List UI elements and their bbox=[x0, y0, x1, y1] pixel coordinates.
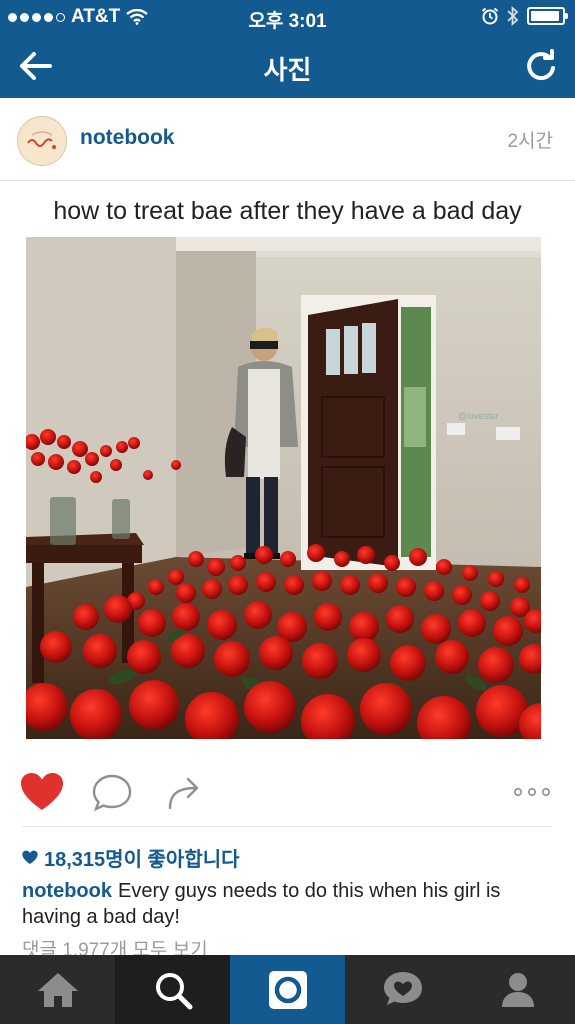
page-title: 사진 bbox=[263, 55, 312, 85]
profile-icon bbox=[501, 972, 534, 1007]
avatar[interactable] bbox=[17, 116, 67, 166]
avatar-art bbox=[18, 117, 66, 165]
bluetooth-icon bbox=[507, 6, 519, 26]
navigation-bar: 사진 bbox=[0, 34, 575, 98]
likes-count[interactable]: 18,315명이 좋아합니다 bbox=[22, 843, 240, 872]
room-with-roses-photo: @lovestar bbox=[26, 237, 541, 739]
status-bar: AT&T 오후 3:01 bbox=[0, 0, 575, 34]
tab-camera[interactable] bbox=[230, 955, 345, 1024]
small-heart-icon bbox=[22, 850, 38, 865]
post-header: notebook 2시간 bbox=[0, 98, 575, 181]
camera-icon bbox=[268, 970, 307, 1009]
tab-profile[interactable] bbox=[460, 955, 575, 1024]
post-username[interactable]: notebook bbox=[80, 126, 175, 150]
caption-username[interactable]: notebook bbox=[22, 880, 112, 902]
share-arrow-icon[interactable] bbox=[166, 774, 202, 810]
tab-activity[interactable] bbox=[345, 955, 460, 1024]
divider bbox=[22, 826, 552, 827]
like-heart-icon[interactable] bbox=[20, 772, 64, 812]
post-image[interactable]: how to treat bae after they have a bad d… bbox=[0, 181, 575, 752]
comment-icon[interactable] bbox=[92, 774, 132, 812]
post-caption: notebook Every guys needs to do this when… bbox=[22, 878, 557, 930]
tab-bar bbox=[0, 955, 575, 1024]
tab-home[interactable] bbox=[0, 955, 115, 1024]
refresh-icon[interactable] bbox=[521, 46, 561, 86]
activity-heart-icon bbox=[383, 971, 422, 1005]
status-right bbox=[481, 6, 568, 26]
more-options-icon[interactable] bbox=[512, 786, 552, 798]
post-timestamp: 2시간 bbox=[507, 131, 553, 152]
alarm-icon bbox=[481, 7, 499, 25]
tab-search[interactable] bbox=[115, 955, 230, 1024]
post-actions bbox=[0, 760, 575, 826]
battery-icon bbox=[527, 7, 568, 25]
search-icon bbox=[155, 972, 192, 1009]
likes-label: 18,315명이 좋아합니다 bbox=[44, 849, 240, 871]
home-icon bbox=[37, 972, 78, 1007]
image-caption-text: how to treat bae after they have a bad d… bbox=[53, 197, 522, 225]
image-watermark: @lovestar bbox=[458, 411, 499, 421]
